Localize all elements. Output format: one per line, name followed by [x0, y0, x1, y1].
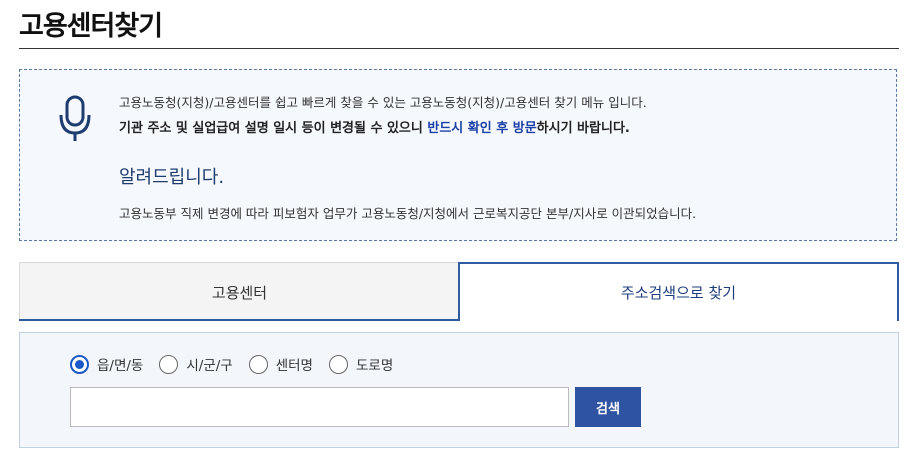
search-input[interactable]: [70, 387, 569, 427]
tab-underline: [19, 319, 459, 321]
tab-address-search[interactable]: 주소검색으로 찾기: [458, 262, 899, 321]
search-type-radio-group: 읍/면/동 시/군/구 센터명 도로명: [70, 354, 409, 374]
radio-button[interactable]: [248, 354, 268, 374]
notice-intro-text: 고용노동청(지청)/고용센터를 쉽고 빠르게 찾을 수 있는 고용노동청(지청)…: [119, 95, 647, 110]
microphone-icon: [59, 95, 91, 141]
notice-detail-text: 고용노동부 직제 변경에 따라 피보험자 업무가 고용노동청/지청에서 근로복지…: [119, 206, 697, 221]
radio-option-eup-myeon-dong[interactable]: 읍/면/동: [70, 354, 143, 374]
radio-button[interactable]: [159, 354, 179, 374]
page-title: 고용센터찾기: [19, 11, 163, 42]
radio-button[interactable]: [328, 354, 348, 374]
notice-warning-text: 기관 주소 및 실업급여 설명 일시 등이 변경될 수 있으니 반드시 확인 후…: [119, 121, 630, 136]
title-divider: [19, 48, 899, 49]
tab-employment-center[interactable]: 고용센터: [19, 262, 459, 321]
radio-option-center-name[interactable]: 센터명: [248, 354, 313, 374]
radio-button[interactable]: [70, 354, 89, 374]
notice-heading: 알려드립니다.: [119, 167, 225, 188]
radio-option-road-name[interactable]: 도로명: [328, 354, 393, 374]
radio-option-si-gun-gu[interactable]: 시/군/구: [159, 354, 233, 374]
notice-highlight: 반드시 확인 후 방문: [427, 121, 537, 136]
search-button[interactable]: 검색: [575, 387, 641, 427]
